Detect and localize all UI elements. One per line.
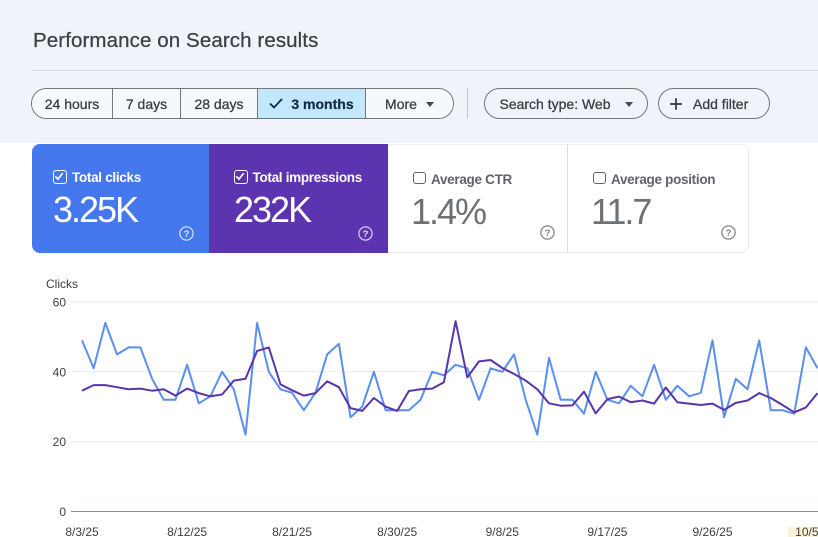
svg-text:8/21/25: 8/21/25 <box>272 525 312 537</box>
svg-text:8/30/25: 8/30/25 <box>377 525 417 537</box>
svg-text:8/3/25: 8/3/25 <box>65 525 99 537</box>
svg-text:9/8/25: 9/8/25 <box>486 525 520 537</box>
svg-text:9/26/25: 9/26/25 <box>692 525 732 537</box>
svg-text:40: 40 <box>53 365 67 379</box>
svg-text:8/12/25: 8/12/25 <box>167 525 207 537</box>
svg-text:10/5: 10/5 <box>795 525 818 537</box>
svg-text:20: 20 <box>53 435 67 449</box>
svg-text:60: 60 <box>53 296 67 310</box>
svg-text:9/17/25: 9/17/25 <box>587 525 627 537</box>
svg-text:Clicks: Clicks <box>46 277 78 291</box>
svg-text:0: 0 <box>59 505 66 519</box>
